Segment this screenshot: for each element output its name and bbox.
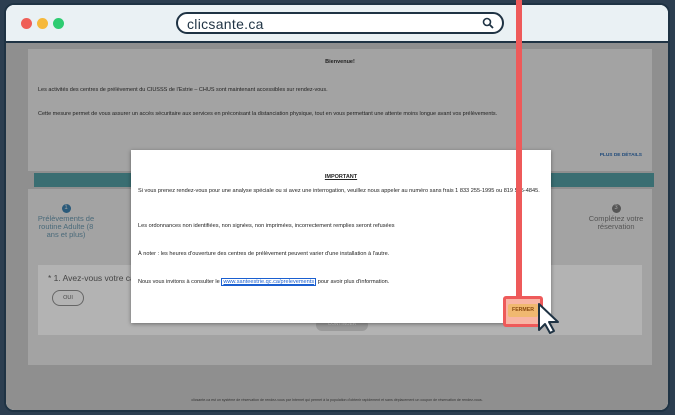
- welcome-text-2: Cette mesure permet de vous assurer un a…: [38, 111, 498, 117]
- step-1-label: Prélèvements de routine Adulte (8 ans et…: [37, 214, 95, 239]
- modal-info-before: Nous vous invitons à consulter le: [138, 279, 220, 285]
- search-icon[interactable]: [482, 17, 494, 29]
- minimize-window-button[interactable]: [37, 18, 48, 29]
- question-label: * 1. Avez-vous votre ca: [48, 273, 135, 283]
- close-window-button[interactable]: [21, 18, 32, 29]
- annotation-pointer-line: [516, 0, 522, 296]
- browser-titlebar: clicsante.ca: [6, 5, 668, 43]
- footer-text: clicsante.ca est un système de réservati…: [191, 398, 483, 402]
- address-text: clicsante.ca: [187, 16, 264, 32]
- welcome-text-1: Les activités des centres de prélèvement…: [38, 87, 328, 93]
- modal-info-after: pour avoir plus d'information.: [317, 279, 390, 285]
- details-link[interactable]: PLUS DE DÉTAILS: [600, 153, 642, 158]
- santeestrie-link[interactable]: www.santeestrie.qc.ca/prelevements: [221, 278, 317, 286]
- modal-text-phone: Si vous prenez rendez-vous pour une anal…: [138, 188, 540, 194]
- modal-title: IMPORTANT: [324, 174, 358, 180]
- important-modal: IMPORTANT Si vous prenez rendez-vous pou…: [131, 150, 551, 323]
- modal-text-info: Nous vous invitons à consulter le www.sa…: [138, 278, 544, 286]
- step-3-label: Complétez votre réservation: [588, 214, 644, 231]
- maximize-window-button[interactable]: [53, 18, 64, 29]
- step-3-number: 3: [611, 204, 621, 213]
- step-1: 1 Prélèvements de routine Adulte (8 ans …: [36, 203, 96, 239]
- mouse-cursor-icon: [538, 303, 559, 334]
- step-3: 3 Complétez votre réservation: [586, 203, 646, 231]
- address-bar[interactable]: clicsante.ca: [176, 12, 504, 34]
- oui-button[interactable]: OUI: [52, 290, 84, 306]
- modal-text-prescriptions: Les ordonnances non identifiées, non sig…: [138, 223, 395, 229]
- modal-text-hours: À noter : les heures d'ouverture des cen…: [138, 251, 390, 257]
- welcome-title: Bienvenue!: [325, 59, 355, 65]
- step-1-number: 1: [61, 204, 71, 213]
